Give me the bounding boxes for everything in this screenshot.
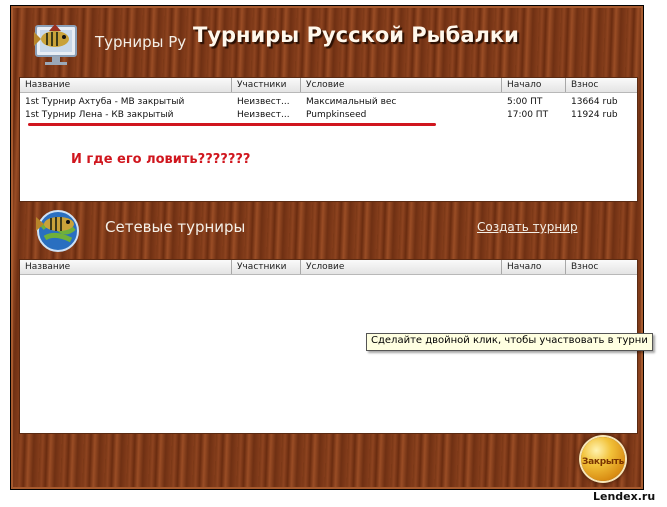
close-button-label: Закрыть [582, 457, 624, 467]
row-name: 1st Турнир Ахтуба - МВ закрытый [25, 97, 185, 107]
row-fee: 13664 rub [571, 97, 618, 107]
close-button[interactable]: Закрыть [581, 437, 625, 481]
column-fee[interactable]: Взнос [566, 78, 637, 92]
table-header: Название Участники Условие Начало Взнос [20, 260, 637, 275]
table-row[interactable]: 1st Турнир Ахтуба - МВ закрытый Неизвест… [20, 96, 637, 108]
column-start[interactable]: Начало [502, 260, 566, 274]
column-name[interactable]: Название [20, 260, 232, 274]
row-participants: Неизвест... [237, 97, 290, 107]
column-participants[interactable]: Участники [232, 78, 301, 92]
column-start[interactable]: Начало [502, 78, 566, 92]
column-condition[interactable]: Условие [301, 78, 502, 92]
globe-fish-icon [33, 206, 83, 254]
create-tournament-link[interactable]: Создать турнир [477, 220, 578, 234]
red-underline-mark [28, 123, 436, 126]
window-title-small: Турниры Ру [95, 33, 187, 51]
table-header: Название Участники Условие Начало Взнос [20, 78, 637, 93]
monitor-fish-icon [33, 22, 81, 68]
annotation-text: И где его ловить??????? [71, 152, 251, 167]
network-title: Сетевые турниры [105, 218, 246, 236]
row-fee: 11924 rub [571, 110, 618, 120]
window-title-big: Турниры Русской Рыбалки [193, 23, 519, 47]
row-start: 5:00 ПТ [507, 97, 543, 107]
column-name[interactable]: Название [20, 78, 232, 92]
table-row[interactable]: 1st Турнир Лена - КВ закрытый Неизвест..… [20, 109, 637, 121]
row-name: 1st Турнир Лена - КВ закрытый [25, 110, 174, 120]
column-participants[interactable]: Участники [232, 260, 301, 274]
tournaments-table[interactable]: Название Участники Условие Начало Взнос … [19, 77, 638, 202]
row-condition: Максимальный вес [306, 97, 397, 107]
row-condition: Pumpkinseed [306, 110, 367, 120]
column-fee[interactable]: Взнос [566, 260, 637, 274]
tooltip: Сделайте двойной клик, чтобы участвовать… [366, 333, 653, 351]
watermark: Lendex.ru [593, 490, 656, 503]
column-condition[interactable]: Условие [301, 260, 502, 274]
tooltip-text: Сделайте двойной клик, чтобы участвовать… [371, 335, 648, 346]
row-participants: Неизвест... [237, 110, 290, 120]
tournaments-window: Турниры Ру Турниры Русской Рыбалки Назва… [10, 5, 644, 490]
row-start: 17:00 ПТ [507, 110, 549, 120]
